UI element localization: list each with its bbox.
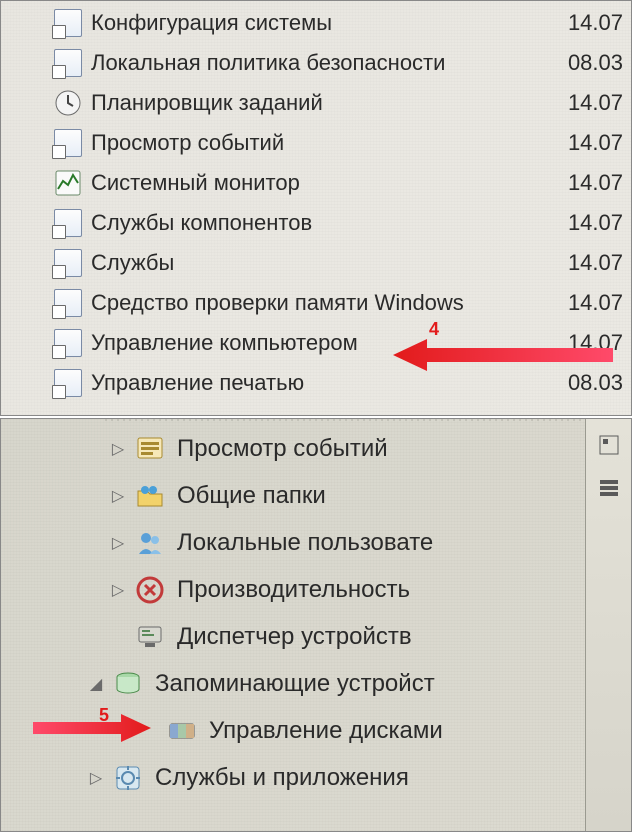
- print-mgmt-icon: [53, 368, 83, 398]
- item-date: 08.03: [560, 50, 623, 76]
- tree-item-disk-management[interactable]: Управление дисками: [1, 707, 631, 754]
- list-item[interactable]: Службы 14.07: [1, 243, 631, 283]
- expander-icon[interactable]: ▷: [87, 768, 105, 788]
- tree-label: Запоминающие устройст: [155, 670, 435, 698]
- tree-label: Диспетчер устройств: [177, 623, 412, 651]
- expander-icon[interactable]: ▷: [109, 439, 127, 459]
- component-services-icon: [53, 208, 83, 238]
- tree-item-shared-folders[interactable]: ▷ Общие папки: [1, 472, 631, 519]
- expander-icon[interactable]: ▷: [109, 533, 127, 553]
- expander-icon[interactable]: ▷: [109, 486, 127, 506]
- memory-diag-icon: [53, 288, 83, 318]
- list-item[interactable]: Службы компонентов 14.07: [1, 203, 631, 243]
- item-date: 14.07: [560, 90, 623, 116]
- item-label: Управление печатью: [91, 370, 560, 396]
- tree-item-event-viewer[interactable]: ▷ Просмотр событий: [1, 425, 631, 472]
- tree-item-services-apps[interactable]: ▷ Службы и приложения: [1, 754, 631, 801]
- secpol-icon: [53, 48, 83, 78]
- expander-icon[interactable]: ◢: [87, 674, 105, 694]
- item-label: Системный монитор: [91, 170, 560, 196]
- tree-label: Локальные пользовате: [177, 529, 433, 557]
- tree-label: Общие папки: [177, 482, 326, 510]
- list-item[interactable]: Управление компьютером 14.07: [1, 323, 631, 363]
- item-date: 14.07: [560, 10, 623, 36]
- item-date: 14.07: [560, 130, 623, 156]
- annotation-number: 5: [99, 705, 109, 726]
- actions-toolbar: [585, 419, 631, 831]
- item-label: Просмотр событий: [91, 130, 560, 156]
- toolbar-icon[interactable]: [593, 429, 625, 461]
- tree-label: Службы и приложения: [155, 764, 409, 792]
- tree-label: Производительность: [177, 576, 410, 604]
- item-date: 14.07: [560, 290, 623, 316]
- admin-tools-list-panel: Конфигурация системы 14.07 Локальная пол…: [0, 0, 632, 416]
- toolbar-icon[interactable]: [593, 471, 625, 503]
- annotation-number: 4: [429, 319, 439, 340]
- list-item[interactable]: Просмотр событий 14.07: [1, 123, 631, 163]
- item-date: 14.07: [560, 250, 623, 276]
- event-viewer-icon: [133, 432, 167, 466]
- tree-item-storage[interactable]: ◢ Запоминающие устройст: [1, 660, 631, 707]
- list-item[interactable]: Локальная политика безопасности 08.03: [1, 43, 631, 83]
- msconfig-icon: [53, 8, 83, 38]
- tree-guide-line: [103, 419, 621, 421]
- services-icon: [53, 248, 83, 278]
- item-label: Службы компонентов: [91, 210, 560, 236]
- item-label: Планировщик заданий: [91, 90, 560, 116]
- tree-item-device-manager[interactable]: Диспетчер устройств: [1, 613, 631, 660]
- list-item[interactable]: Системный монитор 14.07: [1, 163, 631, 203]
- list-item[interactable]: Планировщик заданий 14.07: [1, 83, 631, 123]
- computer-mgmt-tree-panel: ▷ Просмотр событий ▷ Общие папки ▷ Локал…: [0, 418, 632, 832]
- item-label: Локальная политика безопасности: [91, 50, 560, 76]
- item-label: Средство проверки памяти Windows: [91, 290, 560, 316]
- item-date: 08.03: [560, 370, 623, 396]
- perfmon-icon: [53, 168, 83, 198]
- services-apps-icon: [111, 761, 145, 795]
- list-item[interactable]: Средство проверки памяти Windows 14.07: [1, 283, 631, 323]
- item-date: 14.07: [560, 170, 623, 196]
- storage-icon: [111, 667, 145, 701]
- performance-icon: [133, 573, 167, 607]
- item-label: Службы: [91, 250, 560, 276]
- list-item[interactable]: Управление печатью 08.03: [1, 363, 631, 403]
- tree-label: Просмотр событий: [177, 435, 388, 463]
- computer-mgmt-icon: [53, 328, 83, 358]
- item-date: 14.07: [560, 210, 623, 236]
- disk-management-icon: [165, 714, 199, 748]
- task-scheduler-icon: [53, 88, 83, 118]
- device-manager-icon: [133, 620, 167, 654]
- users-icon: [133, 526, 167, 560]
- expander-icon[interactable]: ▷: [109, 580, 127, 600]
- event-viewer-icon: [53, 128, 83, 158]
- item-label: Конфигурация системы: [91, 10, 560, 36]
- item-date: 14.07: [560, 330, 623, 356]
- tree-label: Управление дисками: [209, 717, 443, 745]
- tree-item-local-users[interactable]: ▷ Локальные пользовате: [1, 519, 631, 566]
- tree-item-performance[interactable]: ▷ Производительность: [1, 566, 631, 613]
- item-label: Управление компьютером: [91, 330, 560, 356]
- shared-folders-icon: [133, 479, 167, 513]
- list-item[interactable]: Конфигурация системы 14.07: [1, 3, 631, 43]
